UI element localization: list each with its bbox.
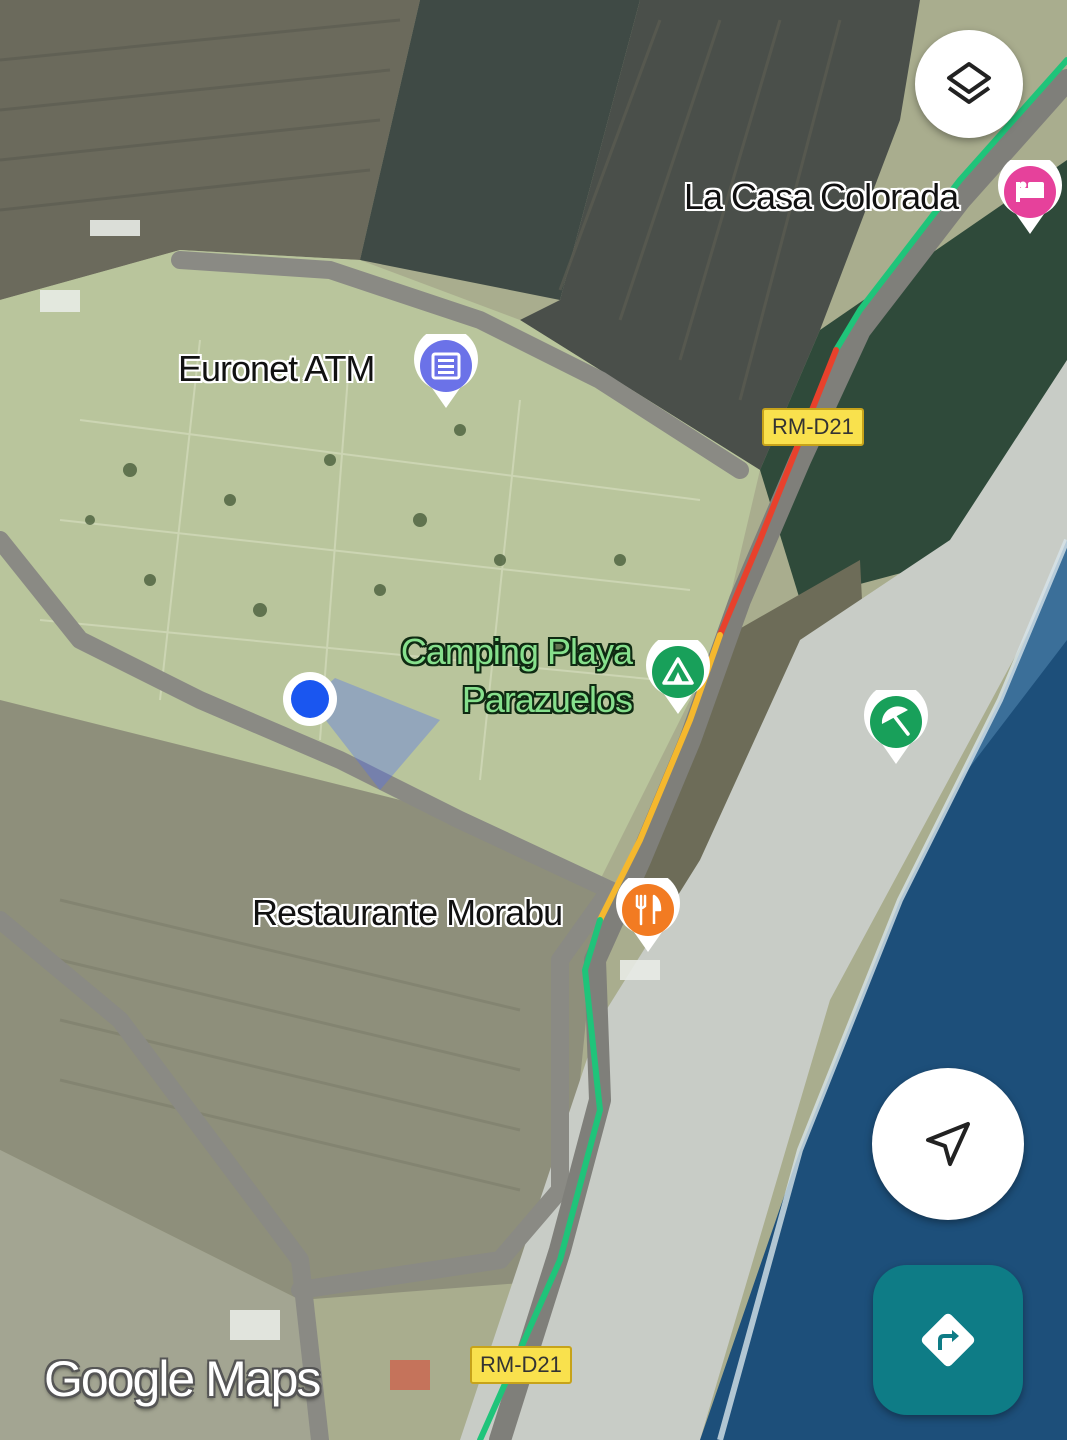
my-location-button[interactable] [872, 1068, 1024, 1220]
place-label-camping-line2: Parazuelos [461, 679, 633, 720]
directions-icon [921, 1313, 975, 1367]
google-maps-logo: Google Maps [44, 1351, 321, 1407]
atm-icon[interactable] [414, 334, 478, 410]
place-label-restaurante[interactable]: Restaurante Morabu [252, 892, 563, 934]
road-shield-top: RM-D21 [762, 408, 864, 446]
place-label-camping-line1: Camping Playa [400, 631, 633, 672]
camping-icon[interactable] [646, 640, 710, 716]
layers-button[interactable] [915, 30, 1023, 138]
beach-icon[interactable] [864, 690, 928, 766]
place-label-camping[interactable]: Camping Playa Parazuelos [374, 628, 633, 724]
lodging-icon[interactable] [998, 160, 1062, 236]
layers-icon [947, 62, 991, 104]
road-shield-bottom: RM-D21 [470, 1346, 572, 1384]
directions-button[interactable] [873, 1265, 1023, 1415]
place-label-la-casa-colorada[interactable]: La Casa Colorada [684, 176, 959, 218]
place-label-euronet-atm[interactable]: Euronet ATM [178, 348, 375, 390]
my-location-dot [291, 680, 329, 718]
restaurant-icon[interactable] [616, 878, 680, 954]
my-location-icon [926, 1122, 970, 1166]
